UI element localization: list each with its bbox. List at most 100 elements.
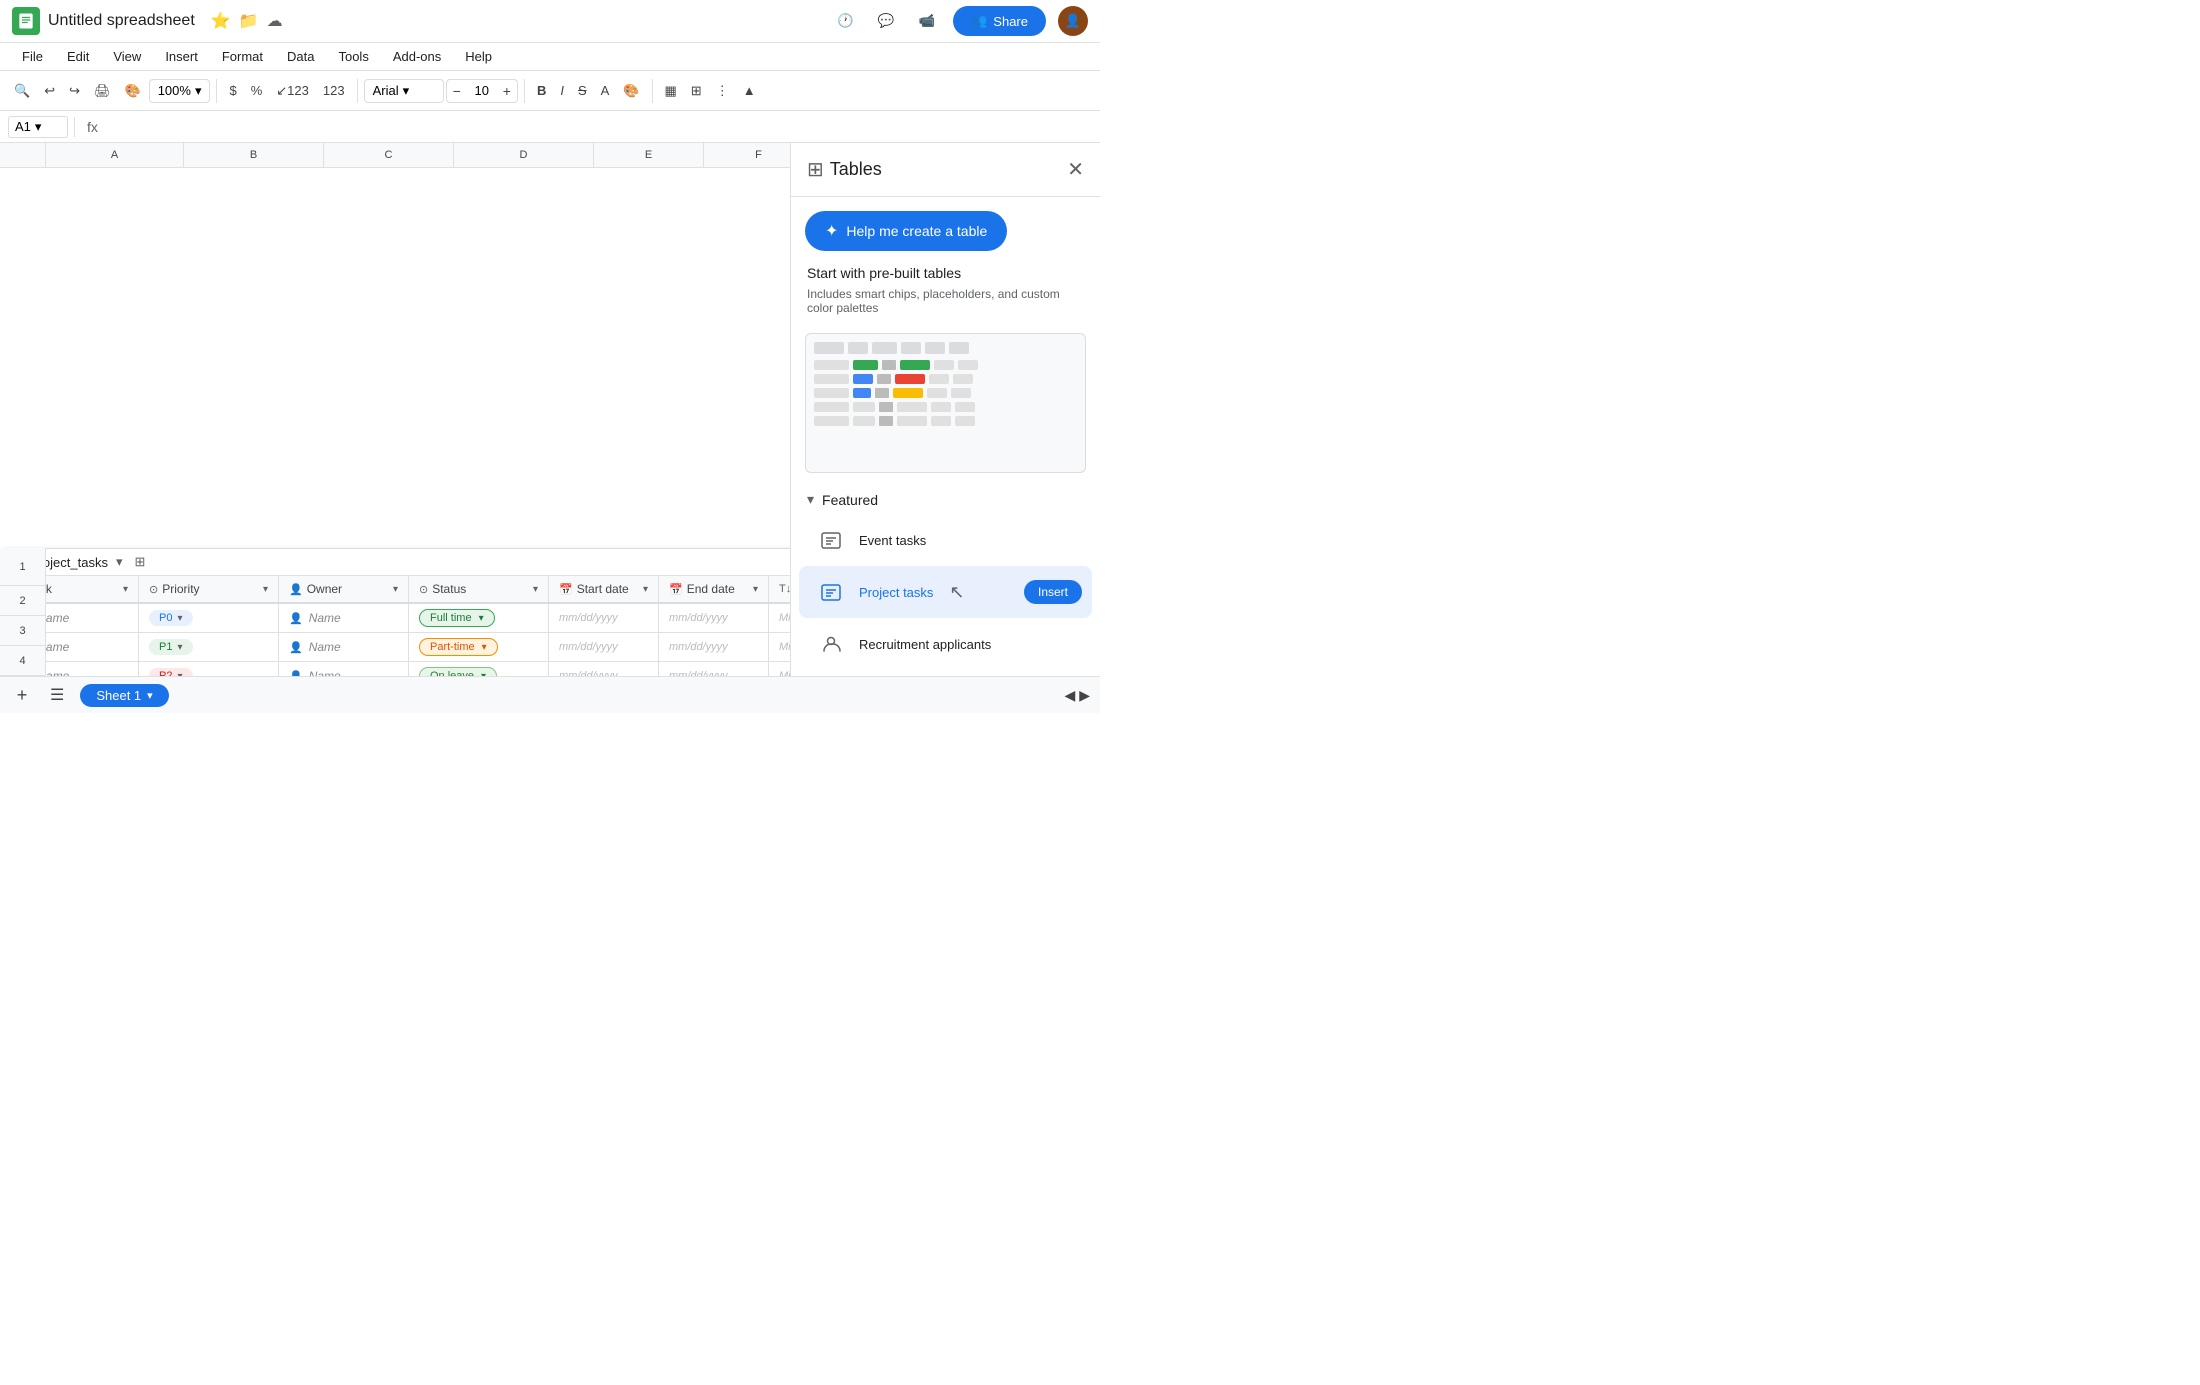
milestone-3-value: Milestone	[779, 670, 790, 676]
formula-input-area[interactable]: fx	[81, 117, 1092, 137]
print-btn[interactable]: 🖨	[88, 79, 117, 103]
pf5	[931, 402, 951, 412]
comments-btn[interactable]: 💬	[872, 7, 901, 35]
table-name-caret[interactable]: ▾	[116, 554, 123, 570]
menu-tools[interactable]: Tools	[328, 45, 378, 68]
menu-insert[interactable]: Insert	[155, 45, 208, 68]
text-color-btn[interactable]: A	[595, 79, 616, 102]
currency-btn[interactable]: $	[223, 79, 242, 102]
nav-left-btn[interactable]: ◀	[1064, 687, 1075, 704]
cell-end-3[interactable]: mm/dd/yyyy	[659, 662, 769, 676]
col-start-date[interactable]: 📅 Start date ▾	[549, 576, 659, 602]
strikethrough-btn[interactable]: S	[572, 79, 593, 102]
pg3	[879, 416, 893, 426]
cell-milestone-1[interactable]: Milestone	[769, 604, 790, 632]
panel-close-button[interactable]: ✕	[1067, 157, 1084, 182]
status-2-caret: ▾	[482, 642, 487, 653]
search-btn[interactable]: 🔍	[8, 79, 36, 103]
formula-separator	[74, 117, 75, 137]
menu-edit[interactable]: Edit	[57, 45, 99, 68]
menu-view[interactable]: View	[103, 45, 151, 68]
italic-btn[interactable]: I	[554, 79, 570, 102]
cell-priority-2[interactable]: P1 ▾	[139, 633, 279, 661]
cell-status-3[interactable]: On leave ▾	[409, 662, 549, 676]
featured-item-event-tasks[interactable]: Event tasks	[799, 514, 1092, 566]
user-avatar[interactable]: 👤	[1058, 6, 1088, 36]
cell-owner-2[interactable]: 👤Name	[279, 633, 409, 661]
menu-format[interactable]: Format	[212, 45, 273, 68]
table-settings-icon[interactable]: ⊞	[134, 554, 145, 570]
col-header-c[interactable]: C	[324, 143, 454, 167]
task-col-caret: ▾	[123, 584, 128, 595]
col-header-e[interactable]: E	[594, 143, 704, 167]
cell-priority-1[interactable]: P0 ▾	[139, 604, 279, 632]
zoom-selector[interactable]: 100% ▾	[149, 79, 211, 103]
col-end-date[interactable]: 📅 End date ▾	[659, 576, 769, 602]
decrease-decimal-btn[interactable]: ↙123	[270, 79, 315, 103]
star-icon[interactable]: ⭐	[211, 11, 231, 31]
menu-file[interactable]: File	[12, 45, 53, 68]
featured-item-content-tracker[interactable]: Content tracker	[799, 670, 1092, 676]
redo-btn[interactable]: ↪	[63, 79, 86, 103]
font-size-decrease[interactable]: −	[447, 80, 467, 102]
menu-addons[interactable]: Add-ons	[383, 45, 451, 68]
cell-owner-3[interactable]: 👤Name	[279, 662, 409, 676]
borders-btn[interactable]: ▦	[659, 79, 683, 103]
fill-color-btn[interactable]: 🎨	[617, 79, 645, 103]
pe3	[875, 388, 889, 398]
cell-reference[interactable]: A1 ▾	[8, 116, 68, 138]
col-owner[interactable]: 👤 Owner ▾	[279, 576, 409, 602]
cell-priority-3[interactable]: P2 ▾	[139, 662, 279, 676]
increase-decimal-btn[interactable]: 123	[317, 79, 351, 102]
font-selector[interactable]: Arial ▾	[364, 79, 444, 103]
undo-btn[interactable]: ↩	[38, 79, 61, 103]
cell-end-2[interactable]: mm/dd/yyyy	[659, 633, 769, 661]
folder-icon[interactable]: 📁	[239, 11, 259, 31]
status-3-badge: On leave ▾	[419, 667, 497, 676]
menu-data[interactable]: Data	[277, 45, 324, 68]
cell-start-2[interactable]: mm/dd/yyyy	[549, 633, 659, 661]
help-create-table-button[interactable]: ✦ Help me create a table	[805, 211, 1007, 251]
featured-item-project-tasks[interactable]: Project tasks ↖ Insert	[799, 566, 1092, 618]
history-btn[interactable]: 🕐	[831, 7, 860, 35]
percent-btn[interactable]: %	[245, 79, 269, 102]
preview-row-2	[814, 374, 1077, 384]
preview-row-1	[814, 360, 1077, 370]
col-header-b[interactable]: B	[184, 143, 324, 167]
more-btn[interactable]: ⋮	[710, 79, 735, 103]
meet-btn[interactable]: 📹	[913, 7, 942, 35]
cell-end-1[interactable]: mm/dd/yyyy	[659, 604, 769, 632]
col-priority[interactable]: ⊙ Priority ▾	[139, 576, 279, 602]
col-header-d[interactable]: D	[454, 143, 594, 167]
col-header-a[interactable]: A	[46, 143, 184, 167]
bold-btn[interactable]: B	[531, 79, 552, 102]
cell-owner-1[interactable]: 👤Name	[279, 604, 409, 632]
add-sheet-button[interactable]: +	[10, 683, 34, 707]
nav-right-btn[interactable]: ▶	[1079, 687, 1090, 704]
collapse-btn[interactable]: ▲	[737, 79, 762, 102]
featured-item-recruitment[interactable]: Recruitment applicants	[799, 618, 1092, 670]
cell-status-1[interactable]: Full time ▾	[409, 604, 549, 632]
nav-arrows: ◀ ▶	[1064, 687, 1090, 704]
font-size-increase[interactable]: +	[497, 80, 517, 102]
share-button[interactable]: 👥 Insert Share	[953, 6, 1046, 36]
recruitment-icon	[815, 628, 847, 660]
cell-milestone-2[interactable]: Milestone	[769, 633, 790, 661]
paint-format-btn[interactable]: 🎨	[119, 79, 147, 103]
col-milestone[interactable]: T↓ Milestone ▾	[769, 576, 790, 602]
sheet-list-button[interactable]: ☰	[44, 681, 70, 709]
pd6	[953, 374, 973, 384]
sheet-tab[interactable]: Sheet 1 ▾	[80, 684, 168, 707]
cell-start-1[interactable]: mm/dd/yyyy	[549, 604, 659, 632]
cell-milestone-3[interactable]: Milestone	[769, 662, 790, 676]
cloud-icon[interactable]: ☁	[267, 11, 283, 31]
insert-button[interactable]: Insert	[1024, 580, 1082, 604]
col-header-f[interactable]: F	[704, 143, 790, 167]
merge-btn[interactable]: ⊞	[685, 79, 708, 103]
featured-section-header[interactable]: ▾ Featured	[791, 481, 1100, 514]
menu-help[interactable]: Help	[455, 45, 502, 68]
col-status[interactable]: ⊙ Status ▾	[409, 576, 549, 602]
cell-start-3[interactable]: mm/dd/yyyy	[549, 662, 659, 676]
ph3	[872, 342, 897, 354]
cell-status-2[interactable]: Part-time ▾	[409, 633, 549, 661]
